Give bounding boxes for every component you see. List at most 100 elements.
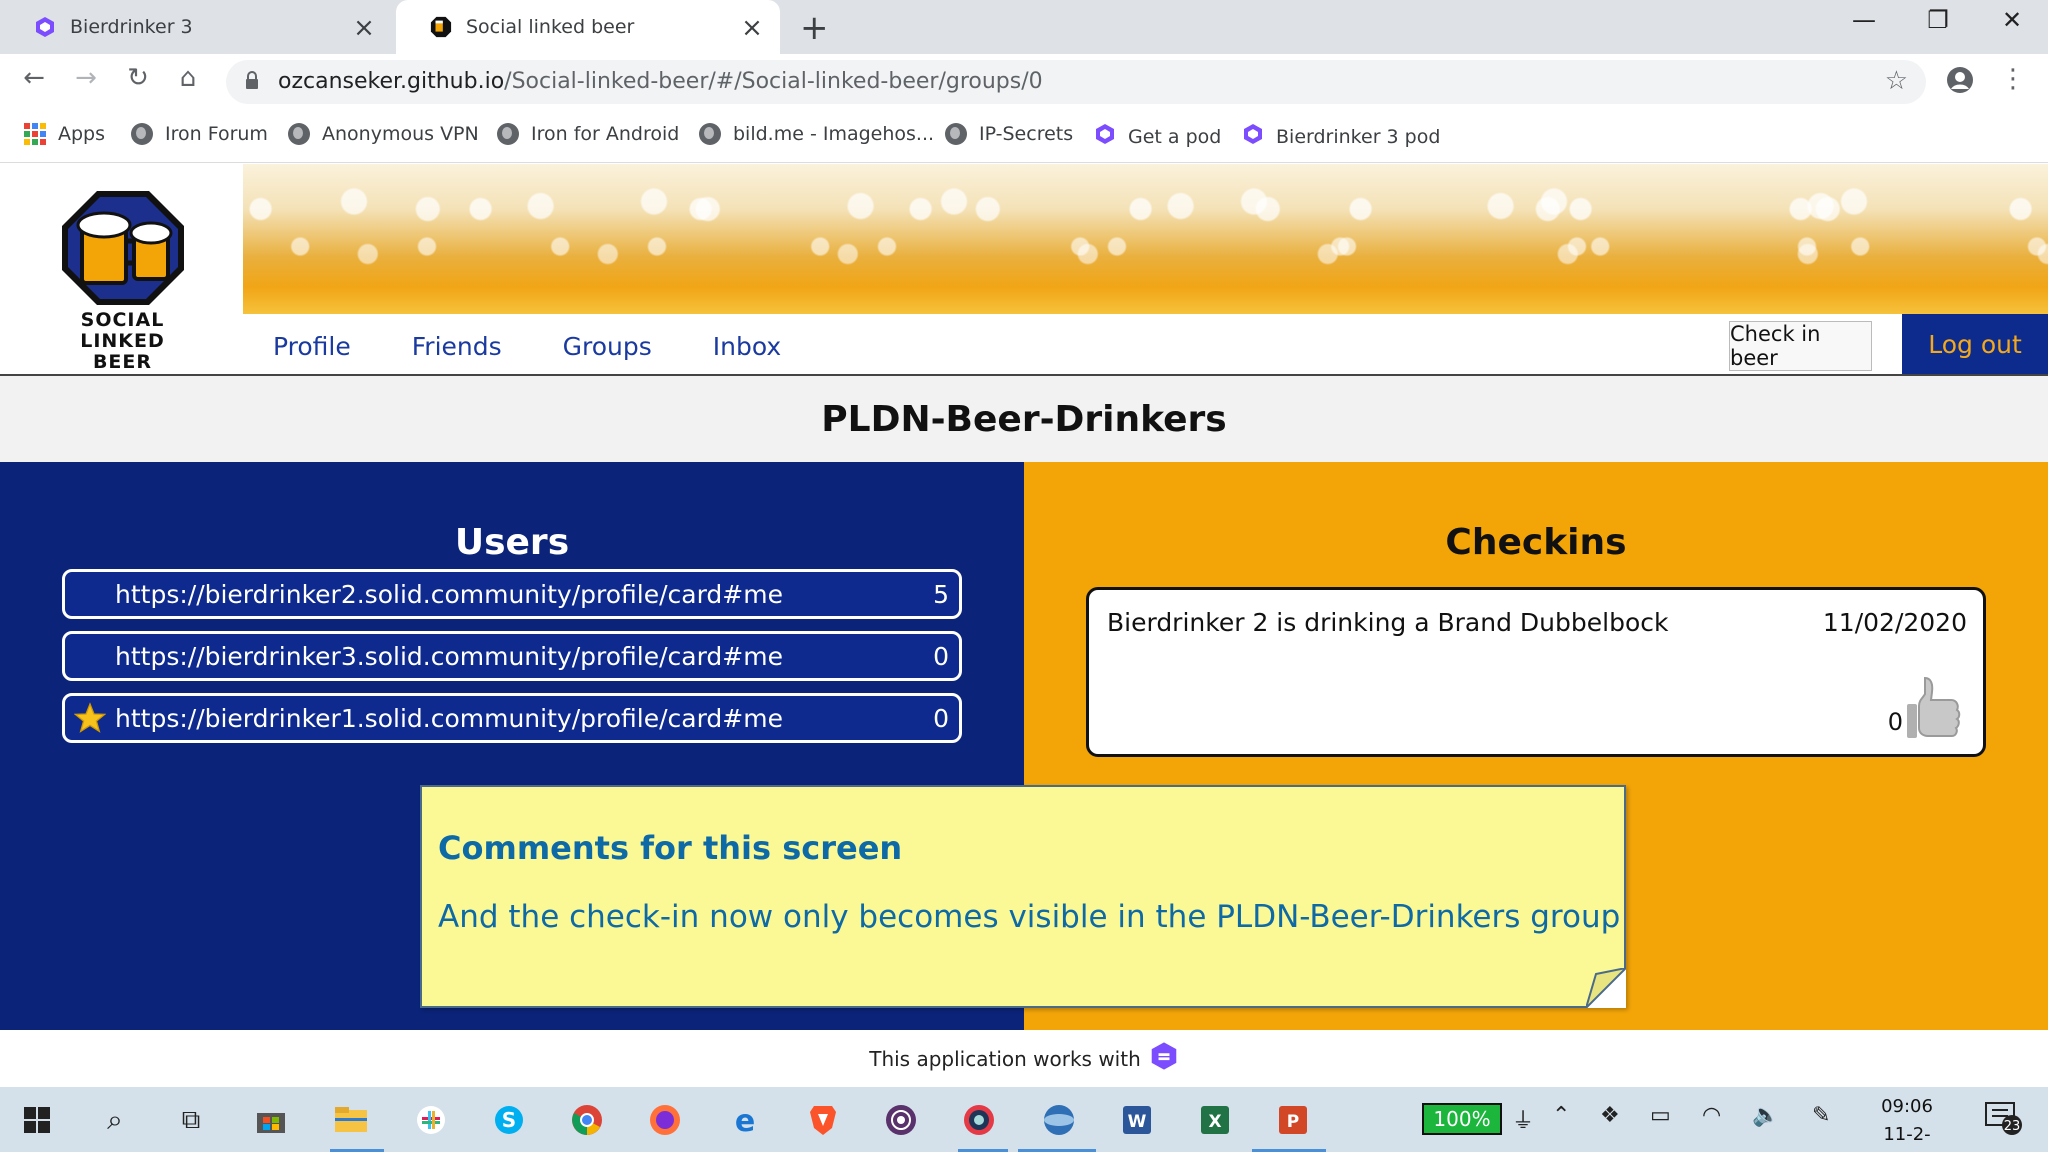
app-header: SOCIAL LINKED BEER Profile Friends Group… [0,164,2048,376]
skype-icon[interactable]: S [490,1101,528,1139]
pen-icon[interactable]: ✎ [1812,1103,1830,1128]
bookmark-ip-secrets[interactable]: IP-Secrets [945,123,1073,145]
close-icon[interactable]: × [738,13,766,43]
power-plug-icon[interactable]: ⏚ [1512,1103,1534,1135]
bookmark-iron-for-android[interactable]: Iron for Android [497,123,679,145]
comment-sticky-note: Comments for this screen And the check-i… [420,785,1626,1008]
forward-icon[interactable]: → [66,63,106,93]
iron-browser-icon[interactable] [960,1101,998,1139]
bookmark-label: bild.me - Imagehos... [733,123,935,145]
bookmark-iron-forum[interactable]: Iron Forum [131,123,268,145]
nav-inbox[interactable]: Inbox [713,332,781,361]
svg-text:23: 23 [2004,1119,2021,1134]
tab-social-linked-beer[interactable]: Social linked beer × [396,0,780,54]
search-icon[interactable]: ⌕ [96,1101,134,1139]
logout-button[interactable]: Log out [1902,314,2048,374]
solid-icon [34,16,56,38]
svg-text:P: P [1287,1112,1299,1132]
check-in-beer-button[interactable]: Check in beer [1729,321,1872,371]
user-checkin-count: 5 [933,579,949,609]
store-icon[interactable] [252,1101,290,1139]
svg-text:X: X [1208,1112,1221,1132]
file-explorer-icon[interactable] [332,1101,370,1139]
window-close-icon[interactable]: ✕ [1992,6,2032,34]
minimize-icon[interactable]: — [1844,6,1884,34]
bookmark-label: Bierdrinker 3 pod [1276,125,1441,148]
edge-icon[interactable]: e [726,1101,764,1139]
group-title-bar: PLDN-Beer-Drinkers [0,376,2048,462]
reload-icon[interactable]: ↻ [118,63,158,93]
tor-icon[interactable] [882,1101,920,1139]
svg-text:W: W [1128,1112,1147,1132]
globe-icon [497,123,519,145]
task-view-icon[interactable]: ⧉ [172,1101,210,1139]
volume-icon[interactable]: 🔈 [1752,1103,1779,1128]
battery-tray-icon[interactable]: ▭ [1650,1103,1671,1128]
user-row[interactable]: https://bierdrinker2.solid.community/pro… [62,569,962,619]
globe-icon [699,123,721,145]
address-bar[interactable]: ozcanseker.github.io/Social-linked-beer/… [226,60,1926,104]
bookmark-star-icon[interactable]: ☆ [1885,66,1908,96]
app-logo[interactable]: SOCIAL LINKED BEER [0,164,243,374]
url-text: ozcanseker.github.io/Social-linked-beer/… [278,69,1043,94]
globe-browser-icon[interactable] [1040,1101,1078,1139]
browser-tabstrip: Bierdrinker 3 × Social linked beer × + —… [0,0,2048,54]
menu-icon[interactable]: ⋮ [2000,64,2026,94]
excel-icon[interactable]: X [1196,1101,1234,1139]
beer-logo-icon [430,16,452,38]
bookmark-apps[interactable]: Apps [24,123,105,145]
dropbox-icon[interactable]: ❖ [1600,1103,1620,1128]
svg-text:S: S [502,1108,516,1132]
firefox-icon[interactable] [646,1101,684,1139]
brave-icon[interactable] [804,1101,842,1139]
admin-star-icon [65,702,115,734]
solid-icon [1242,123,1264,150]
tab-bierdrinker-3[interactable]: Bierdrinker 3 × [0,0,392,54]
beer-foam-banner [243,164,2048,314]
thumbs-up-icon[interactable] [1905,674,1961,744]
battery-indicator[interactable]: 100% [1422,1103,1502,1135]
logo-wordmark: SOCIAL LINKED BEER [80,309,165,373]
page-title: PLDN-Beer-Drinkers [821,398,1227,440]
nav-friends[interactable]: Friends [412,332,502,361]
taskbar-clock[interactable]: 09:06 11-2-2020 [1862,1093,1952,1152]
account-icon[interactable] [1946,66,1974,98]
user-row[interactable]: https://bierdrinker1.solid.community/pro… [62,693,962,743]
home-icon[interactable]: ⌂ [168,63,208,93]
restore-icon[interactable]: ❐ [1918,6,1958,34]
nav-groups[interactable]: Groups [563,332,652,361]
chrome-icon[interactable] [568,1101,606,1139]
bookmark-label: IP-Secrets [979,123,1074,145]
solid-logo-icon[interactable] [1149,1041,1179,1076]
notification-center-icon[interactable]: 23 [1984,1101,2024,1141]
bookmark-label: Iron Forum [165,123,268,145]
checkin-card: Bierdrinker 2 is drinking a Brand Dubbel… [1086,587,1986,757]
svg-text:e: e [735,1104,755,1136]
bookmark-anonymous-vpn[interactable]: Anonymous VPN [288,123,479,145]
like-count: 0 [1887,708,1903,736]
powerpoint-icon[interactable]: P [1274,1101,1312,1139]
bookmarks-bar: Apps Iron Forum Anonymous VPN Iron for A… [0,111,2048,163]
bookmark-bild-me[interactable]: bild.me - Imagehos... [699,123,934,145]
user-checkin-count: 0 [933,703,949,733]
new-tab-icon[interactable]: + [800,8,829,48]
apps-grid-icon [24,123,46,145]
main-nav: Profile Friends Groups Inbox [273,332,781,361]
beer-logo-icon [62,191,184,305]
chevron-up-icon[interactable]: ⌃ [1552,1103,1570,1128]
word-icon[interactable]: W [1118,1101,1156,1139]
slack-icon[interactable] [412,1101,450,1139]
close-icon[interactable]: × [350,13,378,43]
windows-start-icon[interactable] [18,1101,56,1139]
globe-icon [945,123,967,145]
nav-profile[interactable]: Profile [273,332,351,361]
bookmark-bierdrinker-3-pod[interactable]: Bierdrinker 3 pod [1242,123,1440,150]
user-row[interactable]: https://bierdrinker3.solid.community/pro… [62,631,962,681]
back-icon[interactable]: ← [14,63,54,93]
bookmark-get-a-pod[interactable]: Get a pod [1094,123,1221,150]
page-fold-icon [1586,968,1626,1008]
footer-text: This application works with [869,1046,1141,1071]
wifi-icon[interactable]: ◠ [1702,1103,1721,1128]
note-body: And the check-in now only becomes visibl… [438,899,1621,935]
globe-icon [131,123,153,145]
